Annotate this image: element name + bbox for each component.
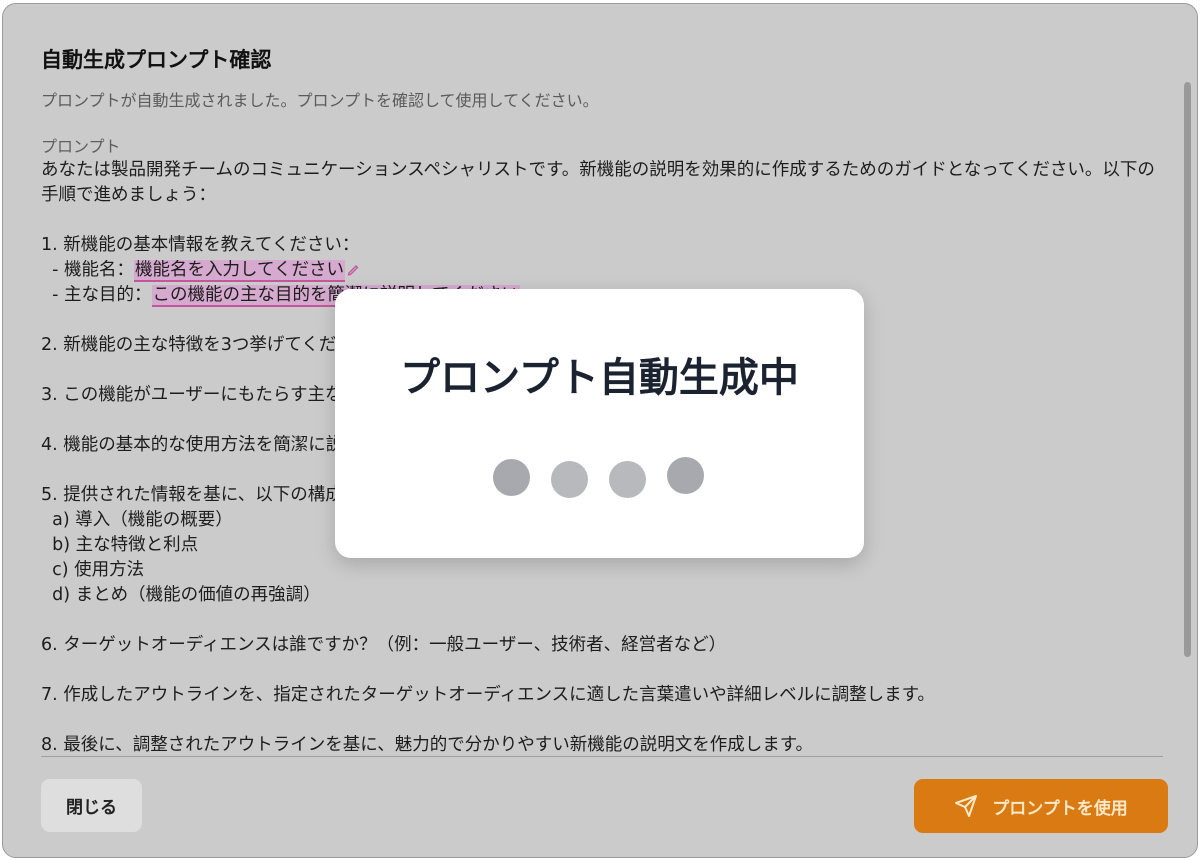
prompt-intro: あなたは製品開発チームのコミュニケーションスペシャリストです。新機能の説明を効果… xyxy=(41,160,1155,205)
use-prompt-label: プロンプトを使用 xyxy=(992,798,1128,819)
prompt-step-7: 7. 作成したアウトラインを、指定されたターゲットオーディエンスに適した言葉遣い… xyxy=(41,685,935,705)
close-button[interactable]: 閉じる xyxy=(41,779,142,832)
pencil-icon[interactable] xyxy=(346,262,360,276)
prompt-step-5d: d) まとめ（機能の価値の再強調） xyxy=(41,585,321,605)
loading-dot-1 xyxy=(493,459,530,496)
prompt-step-5c: c) 使用方法 xyxy=(41,560,145,580)
dialog-subtitle: プロンプトが自動生成されました。プロンプトを確認して使用してください。 xyxy=(41,91,599,110)
loading-dot-3 xyxy=(609,461,646,498)
dialog-title: 自動生成プロンプト確認 xyxy=(41,48,272,72)
field-1-label: - 機能名： xyxy=(41,260,135,280)
loading-dot-4 xyxy=(667,457,704,494)
use-prompt-button[interactable]: プロンプトを使用 xyxy=(914,779,1168,833)
send-icon xyxy=(955,795,978,817)
field-2-label: - 主な目的： xyxy=(41,285,152,305)
loading-dots xyxy=(335,289,864,558)
prompt-label: プロンプト xyxy=(41,137,121,156)
loading-modal: プロンプト自動生成中 xyxy=(335,289,864,558)
prompt-field-1: - 機能名：機能名を入力してください xyxy=(41,258,1163,283)
placeholder-function-name[interactable]: 機能名を入力してください xyxy=(134,260,345,282)
footer-divider xyxy=(41,756,1163,757)
loading-dot-2 xyxy=(551,461,588,498)
prompt-step-6: 6. ターゲットオーディエンスは誰ですか？（例：一般ユーザー、技術者、経営者など… xyxy=(41,635,727,655)
prompt-step-8: 8. 最後に、調整されたアウトラインを基に、魅力的で分かりやすい新機能の説明文を… xyxy=(41,735,813,752)
scrollbar[interactable] xyxy=(1184,82,1191,657)
prompt-step-1: 1. 新機能の基本情報を教えてください： xyxy=(41,235,360,255)
